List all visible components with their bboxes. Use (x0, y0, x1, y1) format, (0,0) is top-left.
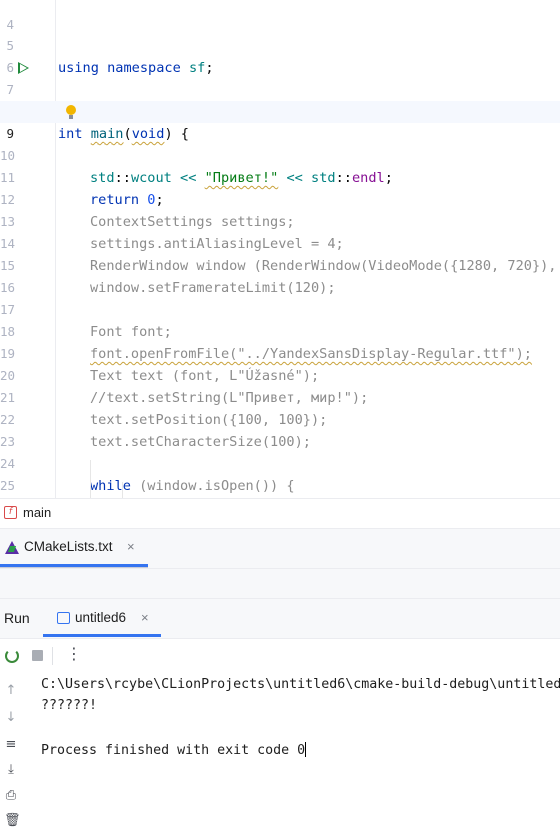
indent-guide (122, 482, 123, 498)
run-title: Run (4, 610, 30, 626)
code-line[interactable]: 20 //text.setString(L"Привет, мир!"); (0, 343, 560, 406)
soft-wrap-icon[interactable]: ≡ (4, 738, 18, 752)
code-line[interactable]: 24 while (window.isOpen()) { (0, 431, 560, 494)
code-line[interactable]: 13 settings.antiAliasingLevel = 4; (0, 189, 560, 252)
exit-message: Process finished with exit code 0 (41, 743, 306, 758)
scroll-to-end-icon[interactable]: ⤓ (4, 763, 18, 777)
console-side-toolbar: ↑ ↓ ≡ ⤓ ⎙ 🗑 (0, 672, 30, 832)
breadcrumb[interactable]: f main (0, 498, 560, 527)
close-icon[interactable]: × (127, 539, 135, 554)
run-config-icon (57, 612, 70, 624)
code-line[interactable]: 22 text.setCharacterSize(100); (0, 387, 560, 450)
code-line[interactable]: 11 return 0; (0, 145, 560, 208)
cmake-icon (5, 541, 19, 554)
tab-untitled6[interactable]: untitled6 (75, 610, 126, 625)
console-line: ??????! (41, 698, 98, 713)
code-line[interactable]: 16 (0, 255, 560, 295)
print-icon[interactable]: ⎙ (4, 789, 18, 803)
code-line[interactable]: 25 while (const std::optional event = wi… (0, 453, 560, 493)
code-editor[interactable]: 4 5 using namespace sf; 6 7 int main(voi… (0, 0, 560, 498)
console-line-exit: Process finished with exit code 0 (41, 742, 307, 758)
rerun-icon[interactable] (5, 649, 19, 663)
panel-splitter[interactable] (0, 568, 560, 599)
code-line-current[interactable]: 9 std::wcout << "Привет!" << std::endl; (0, 101, 560, 186)
arrow-down-icon[interactable]: ↓ (4, 711, 18, 725)
indent-guide (90, 460, 91, 498)
arrow-up-icon[interactable]: ↑ (4, 684, 18, 698)
console-output[interactable]: ↑ ↓ ≡ ⤓ ⎙ 🗑 C:\Users\rcybe\CLionProjects… (0, 672, 560, 832)
code-line[interactable]: 7 int main(void) { (0, 57, 560, 142)
text-caret (305, 742, 307, 757)
code-line[interactable]: 19 Text text (font, L"Úžasné"); (0, 321, 560, 384)
code-line[interactable]: 17 Font font; (0, 277, 560, 340)
run-gutter-icon[interactable] (18, 62, 29, 74)
code-line[interactable]: 5 using namespace sf; (0, 13, 560, 76)
code-line[interactable]: 6 (0, 35, 560, 75)
function-icon: f (4, 506, 17, 519)
code-line[interactable]: 23 (0, 409, 560, 449)
close-icon[interactable]: × (141, 610, 149, 625)
code-line[interactable]: 12 ContextSettings settings; (0, 167, 560, 230)
toolbar-separator (52, 647, 53, 665)
lightbulb-icon[interactable] (66, 105, 76, 119)
run-tab-active-indicator (43, 634, 161, 637)
code-line[interactable]: 26 if (event->is<Event::Closed>()) { (0, 475, 560, 497)
code-line[interactable]: 14 RenderWindow window (RenderWindow(Vid… (0, 211, 560, 274)
console-line: C:\Users\rcybe\CLionProjects\untitled6\c… (41, 677, 560, 692)
code-line[interactable]: 18 font.openFromFile("../YandexSansDispl… (0, 299, 560, 362)
trash-icon[interactable]: 🗑 (4, 814, 21, 828)
code-line[interactable]: 10 (0, 123, 560, 163)
code-line[interactable]: 4 (0, 0, 560, 32)
breadcrumb-label[interactable]: main (23, 505, 51, 520)
run-toolbar: ⋮ (0, 638, 560, 673)
run-tool-window-header: Run untitled6 × (0, 598, 560, 639)
editor-tab-bar: CMakeLists.txt × (0, 528, 560, 569)
stop-icon[interactable] (32, 650, 43, 661)
code-line[interactable]: 15 window.setFramerateLimit(120); (0, 233, 560, 296)
code-line[interactable]: 8 (0, 79, 560, 119)
code-line[interactable]: 21 text.setPosition({100, 100}); (0, 365, 560, 428)
more-options-icon[interactable]: ⋮ (66, 644, 82, 663)
tab-cmakelists[interactable]: CMakeLists.txt (24, 539, 113, 554)
